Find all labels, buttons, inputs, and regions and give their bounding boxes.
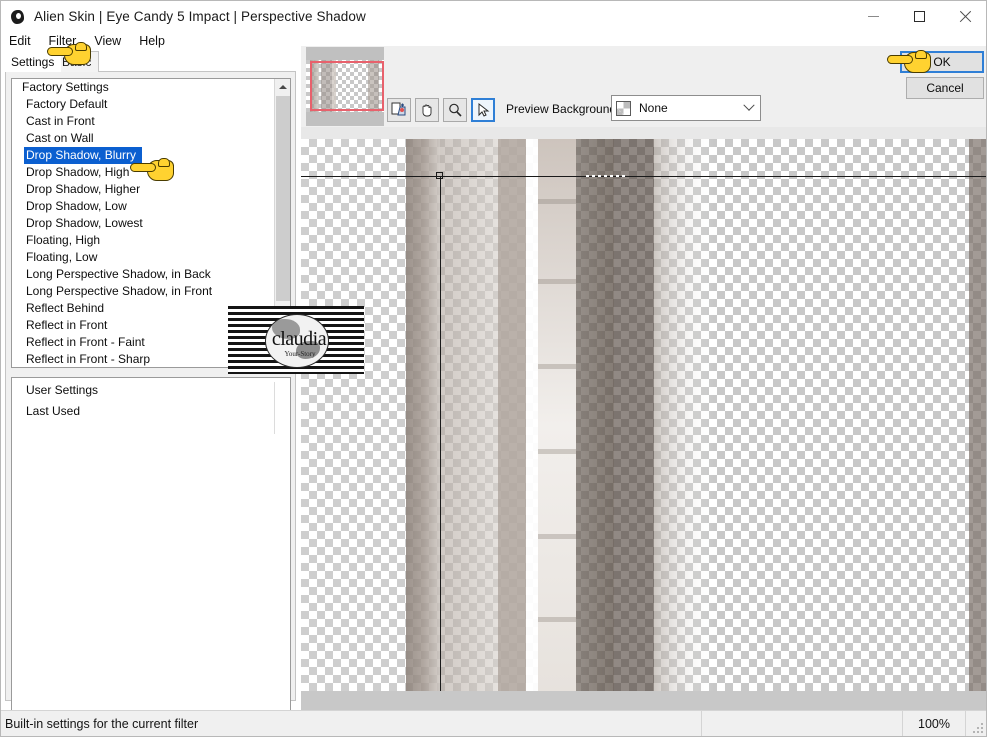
list-item[interactable]: Factory Settings (12, 79, 274, 96)
alien-head-icon (10, 9, 26, 25)
resize-grip-icon[interactable] (966, 711, 986, 736)
arrow-select-icon[interactable] (471, 98, 495, 122)
scrollbar-thumb[interactable] (276, 96, 290, 301)
minimize-button[interactable] (850, 1, 896, 32)
menu-item-help[interactable]: Help (130, 32, 174, 50)
menu-item-edit[interactable]: Edit (1, 32, 40, 50)
list-item[interactable]: Cast in Front (12, 113, 274, 130)
arrow-glyph (478, 102, 490, 117)
settings-panel: Factory Settings Factory Default Cast in… (5, 71, 296, 736)
hand-pan-icon[interactable] (415, 98, 439, 122)
preview-bottom-strip (301, 691, 986, 711)
tab-settings[interactable]: Settings (4, 52, 62, 72)
magnifier-glyph (449, 103, 462, 117)
maximize-button[interactable] (896, 1, 942, 32)
list-item[interactable]: User Settings (12, 382, 290, 399)
navigator-thumbnail[interactable] (306, 47, 384, 126)
tab-strip: Settings Basic (1, 50, 301, 72)
list-item[interactable]: Cast on Wall (12, 130, 274, 147)
status-message: Built-in settings for the current filter (5, 716, 199, 731)
list-item[interactable]: Drop Shadow, Higher (12, 181, 274, 198)
preview-background-select[interactable]: None (611, 95, 761, 121)
zoom-level-label: 100% (918, 716, 950, 731)
preview-canvas[interactable] (301, 139, 986, 711)
preview-image (301, 139, 986, 711)
menu-item-view[interactable]: View (85, 32, 130, 50)
watermark-overlay: claudia Your-Story (228, 306, 364, 374)
ok-button[interactable]: OK (900, 51, 984, 73)
list-item[interactable]: Long Perspective Shadow, in Front (12, 283, 274, 300)
perspective-horizon-line (301, 176, 986, 177)
title-bar: Alien Skin | Eye Candy 5 Impact | Perspe… (1, 1, 986, 32)
list-item[interactable]: Factory Default (12, 96, 274, 113)
list-item[interactable]: Floating, Low (12, 249, 274, 266)
user-settings-list[interactable]: User Settings Last Used (11, 377, 291, 736)
status-bar: Built-in settings for the current filter… (1, 710, 986, 736)
watermark-text: claudia (271, 328, 327, 350)
list-item[interactable]: Floating, High (12, 232, 274, 249)
list-item[interactable]: Drop Shadow, Lowest (12, 215, 274, 232)
list-item[interactable]: Last Used (12, 403, 290, 420)
tool-buttons (387, 98, 495, 122)
thumbnail-selection-rect[interactable] (310, 61, 384, 111)
status-divider (701, 711, 702, 736)
window-controls (850, 1, 986, 32)
window-title: Alien Skin | Eye Candy 5 Impact | Perspe… (34, 9, 366, 24)
chevron-up-icon[interactable] (275, 79, 290, 95)
perspective-vertical-line (440, 176, 441, 711)
list-item-selected[interactable]: Drop Shadow, Blurry (24, 147, 143, 164)
layers-add-glyph (391, 102, 406, 116)
hand-glyph (422, 104, 432, 117)
layers-add-icon[interactable] (387, 98, 411, 122)
minimize-icon (867, 16, 879, 17)
chevron-down-icon[interactable] (738, 96, 760, 120)
list-item-selected-row: Drop Shadow, Blurry (12, 147, 274, 164)
close-icon (959, 10, 972, 23)
eye-candy-dialog-window: Alien Skin | Eye Candy 5 Impact | Perspe… (0, 0, 987, 737)
watermark-subtext: Your-Story (284, 350, 316, 358)
list-divider (274, 382, 275, 434)
transparency-swatch-icon (616, 100, 631, 116)
list-item[interactable]: Drop Shadow, High (12, 164, 274, 181)
maximize-icon (913, 11, 925, 22)
list-item[interactable]: Drop Shadow, Low (12, 198, 274, 215)
perspective-control-handle[interactable] (436, 172, 443, 179)
perspective-dashed-segment (586, 175, 626, 177)
preview-background-label: Preview Background: (506, 102, 620, 116)
close-button[interactable] (942, 1, 986, 32)
list-item[interactable]: Long Perspective Shadow, in Back (12, 266, 274, 283)
cancel-button[interactable]: Cancel (906, 77, 984, 99)
preview-background-value: None (639, 101, 668, 115)
menu-item-filter[interactable]: Filter (40, 32, 86, 50)
magnifier-zoom-icon[interactable] (443, 98, 467, 122)
